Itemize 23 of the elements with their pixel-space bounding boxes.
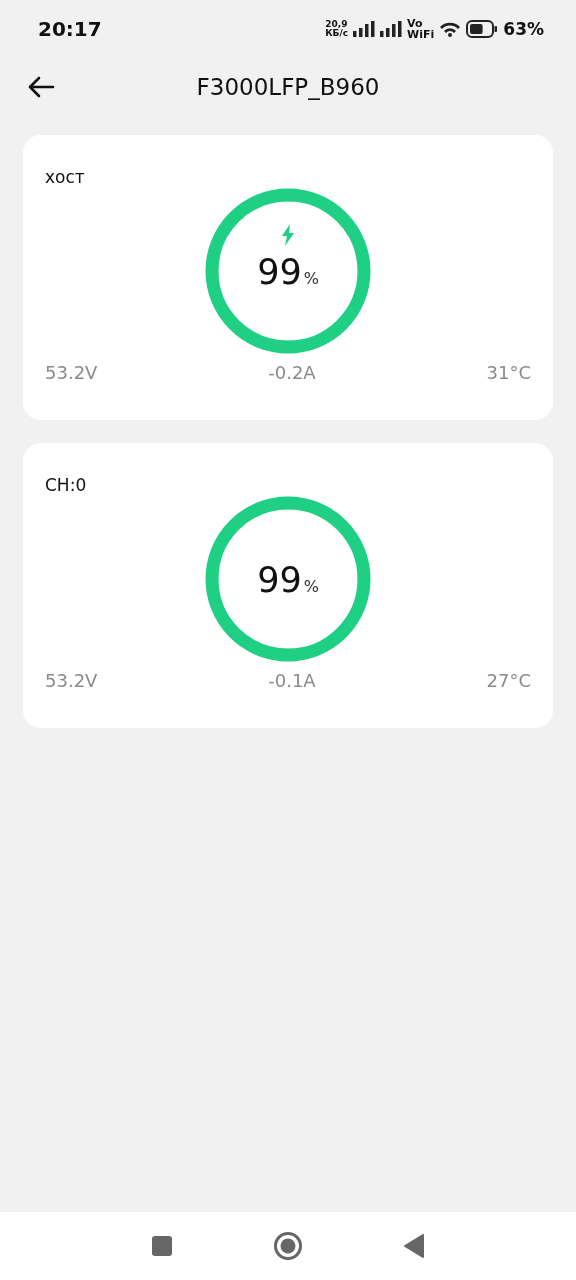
network-speed: 20,9 КБ/с — [325, 20, 349, 38]
charge-percent: 99% — [257, 560, 319, 600]
signal-icon — [353, 21, 376, 37]
battery-icon — [466, 20, 499, 38]
home-icon[interactable] — [273, 1231, 303, 1261]
page-title: F3000LFP_B960 — [196, 74, 380, 100]
temperature-value: 31°C — [486, 362, 531, 383]
voltage-value: 53.2V — [45, 670, 98, 691]
back-arrow-icon[interactable] — [27, 76, 55, 98]
volte-label: Vo WiFi — [407, 18, 435, 40]
signal-icon — [380, 21, 403, 37]
pack-name: хост — [45, 167, 85, 187]
charge-percent: 99% — [257, 252, 319, 292]
voltage-value: 53.2V — [45, 362, 98, 383]
pack-name: CH:0 — [45, 475, 87, 495]
battery-percent: 63% — [503, 19, 544, 39]
current-value: -0.2A — [268, 362, 316, 383]
temperature-value: 27°C — [486, 670, 531, 691]
status-time: 20:17 — [38, 17, 102, 41]
recents-icon[interactable] — [151, 1235, 173, 1257]
wifi-icon — [439, 21, 462, 37]
current-value: -0.1A — [268, 670, 316, 691]
back-icon[interactable] — [403, 1234, 425, 1258]
